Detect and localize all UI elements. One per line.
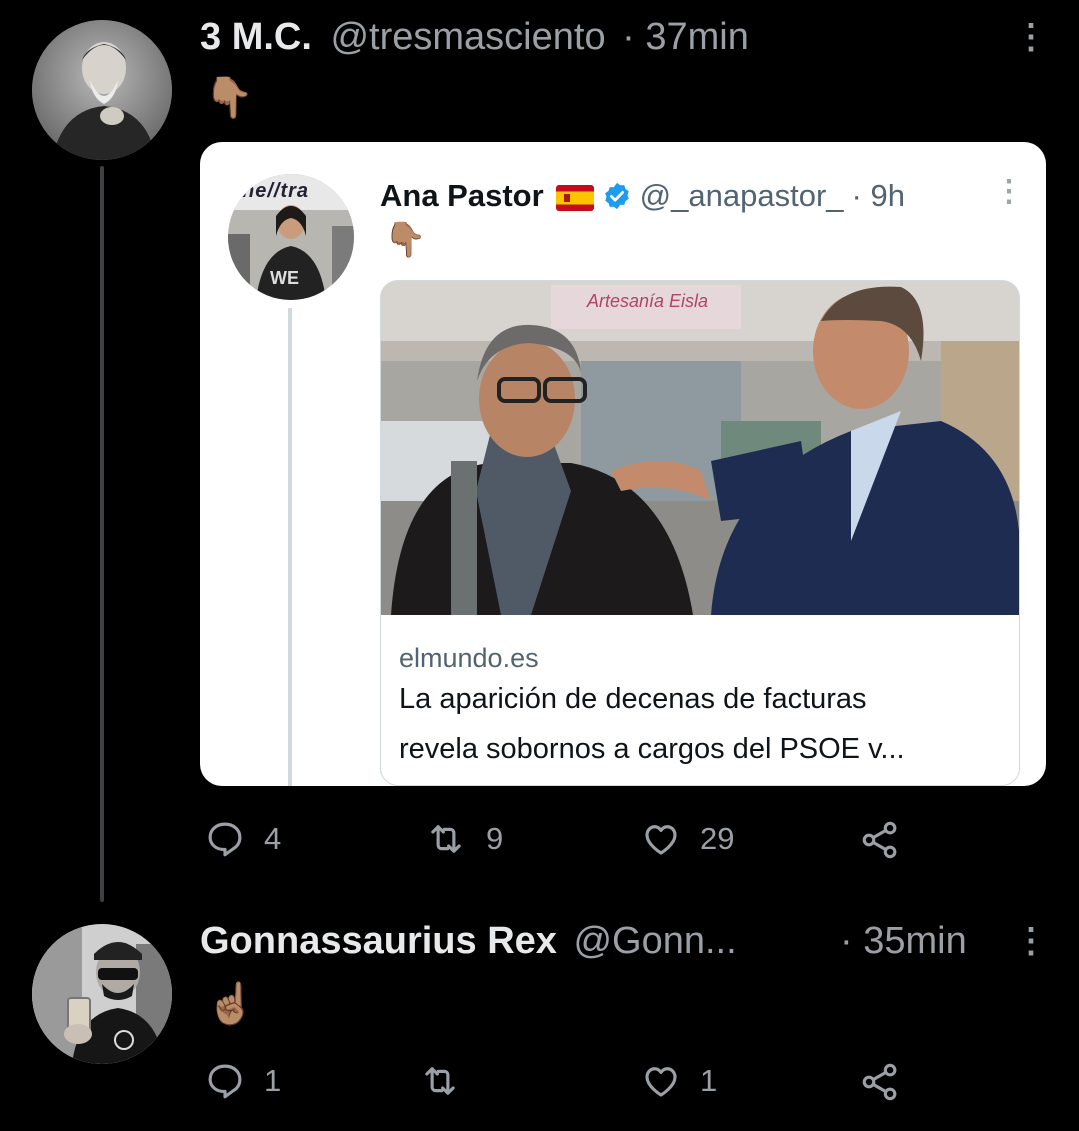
quote-header: Ana Pastor @_anapastor_ · 9h: [380, 178, 905, 214]
like-button[interactable]: 1: [640, 1060, 717, 1102]
author-name[interactable]: 3 M.C.: [200, 16, 312, 58]
avatar-sign-text: ne//tra: [242, 180, 310, 202]
avatar-shirt-text: WE: [270, 268, 299, 288]
retweet-icon: [424, 818, 468, 860]
share-icon: [858, 1060, 902, 1104]
verified-badge-icon: [602, 181, 632, 211]
reply-count: 4: [264, 821, 282, 856]
tweet-text: ☝🏽: [206, 982, 256, 1026]
quote-author-handle[interactable]: @_anapastor_: [640, 178, 844, 214]
author-handle[interactable]: @Gonn...: [573, 920, 736, 962]
timestamp[interactable]: · 35min: [840, 920, 967, 963]
thread-line: [100, 166, 104, 902]
retweet-button[interactable]: [418, 1060, 480, 1102]
tweet-text: 👇🏽: [204, 76, 254, 120]
quoted-tweet[interactable]: ne//tra WE Ana Pastor @_anapastor_ · 9h …: [200, 142, 1046, 786]
photo-sign-text: Artesanía Eisla: [587, 291, 709, 311]
link-title-line-1: La aparición de decenas de facturas: [399, 683, 867, 715]
author-name[interactable]: Gonnassaurius Rex: [200, 920, 557, 962]
quote-author-name[interactable]: Ana Pastor: [380, 178, 544, 214]
share-button[interactable]: [858, 818, 902, 862]
article-photo: [381, 281, 1019, 615]
like-count: 1: [700, 1063, 718, 1098]
avatar-3mc[interactable]: [32, 20, 172, 160]
avatar-gonnassaurius-photo: [32, 924, 172, 1064]
more-options-icon[interactable]: ⋮: [1014, 20, 1048, 54]
heart-icon: [640, 1060, 682, 1102]
reply-button[interactable]: 1: [204, 1060, 281, 1102]
avatar-gonnassaurius[interactable]: [32, 924, 172, 1064]
reply-icon: [204, 818, 246, 860]
author-handle[interactable]: @tresmasciento: [330, 16, 605, 58]
tweet-1-header: 3 M.C. @tresmasciento · 37min: [200, 16, 749, 59]
share-button[interactable]: [858, 1060, 902, 1104]
avatar-ana-pastor[interactable]: ne//tra WE: [228, 174, 354, 300]
quote-more-options-icon[interactable]: ⋮: [994, 174, 1024, 209]
heart-icon: [640, 818, 682, 860]
link-title-line-2: revela sobornos a cargos del PSOE v...: [399, 733, 905, 765]
retweet-icon: [418, 1060, 462, 1102]
tweet-2-header: Gonnassaurius Rex @Gonn...: [200, 920, 737, 963]
reply-icon: [204, 1060, 246, 1102]
quote-thread-line: [288, 308, 292, 786]
reply-count: 1: [264, 1063, 282, 1098]
timestamp[interactable]: · 37min: [622, 16, 749, 58]
spain-flag-icon: [555, 183, 594, 211]
retweet-count: 9: [486, 821, 504, 856]
reply-button[interactable]: 4: [204, 818, 281, 860]
like-button[interactable]: 29: [640, 818, 734, 860]
retweet-button[interactable]: 9: [424, 818, 503, 860]
link-domain: elmundo.es: [399, 643, 539, 673]
avatar-3mc-portrait: [32, 20, 172, 160]
share-icon: [858, 818, 902, 862]
like-count: 29: [700, 821, 735, 856]
link-preview-card[interactable]: Artesanía Eisla elmundo.es La aparición …: [380, 280, 1020, 786]
more-options-icon[interactable]: ⋮: [1014, 924, 1048, 958]
quote-text: 👇🏽: [384, 221, 427, 259]
quote-timestamp[interactable]: · 9h: [852, 178, 905, 214]
